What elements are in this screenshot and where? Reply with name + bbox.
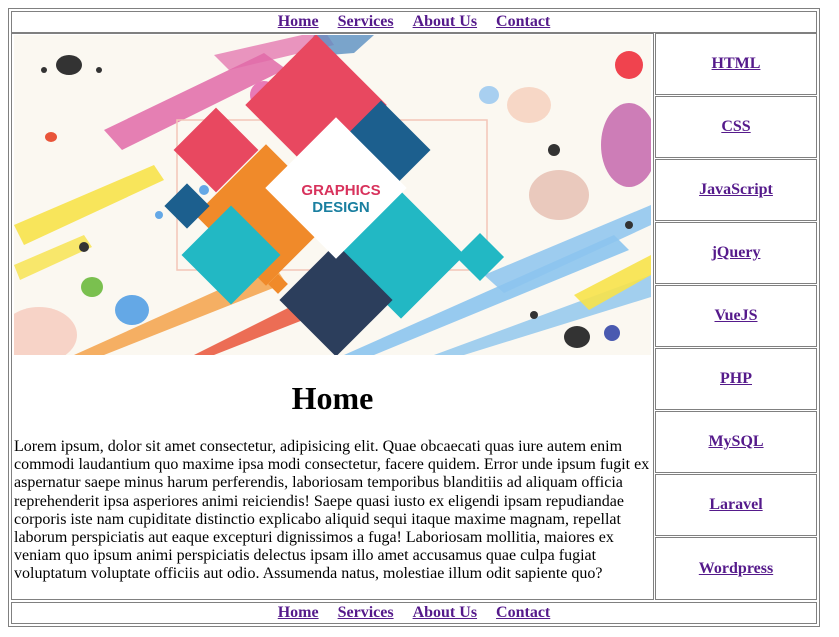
sidebar-link-css[interactable]: CSS xyxy=(721,118,750,136)
sidebar-link-jquery[interactable]: jQuery xyxy=(712,244,761,262)
footer-contact-link[interactable]: Contact xyxy=(496,605,550,621)
banner-line2: DESIGN xyxy=(312,199,370,216)
nav-contact-link[interactable]: Contact xyxy=(496,14,550,30)
main-paragraph: Lorem ipsum, dolor sit amet consectetur,… xyxy=(14,438,650,583)
sidebar-link-mysql[interactable]: MySQL xyxy=(708,433,763,451)
sidebar-item-mysql: MySQL xyxy=(655,411,817,473)
sidebar-item-javascript: JavaScript xyxy=(655,159,817,221)
hero-banner-image: GRAPHICS DESIGN xyxy=(14,35,651,355)
sidebar-item-vuejs: VueJS xyxy=(655,285,817,347)
sidebar-item-jquery: jQuery xyxy=(655,222,817,284)
sidebar-link-html[interactable]: HTML xyxy=(712,55,761,73)
sidebar-item-laravel: Laravel xyxy=(655,474,817,536)
sidebar-link-javascript[interactable]: JavaScript xyxy=(699,181,773,199)
sidebar-link-laravel[interactable]: Laravel xyxy=(709,496,762,514)
nav-about-link[interactable]: About Us xyxy=(413,14,477,30)
page-title: Home xyxy=(291,380,374,416)
sidebar-item-html: HTML xyxy=(655,33,817,95)
footer-home-link[interactable]: Home xyxy=(278,605,319,621)
sidebar-item-css: CSS xyxy=(655,96,817,158)
footer-about-link[interactable]: About Us xyxy=(413,605,477,621)
sidebar-link-php[interactable]: PHP xyxy=(720,370,752,388)
sidebar-item-php: PHP xyxy=(655,348,817,410)
nav-services-link[interactable]: Services xyxy=(338,14,394,30)
sidebar-link-vuejs[interactable]: VueJS xyxy=(715,307,758,325)
footer-nav: Home Services About Us Contact xyxy=(11,602,817,624)
sidebar-link-wordpress[interactable]: Wordpress xyxy=(699,560,773,578)
nav-home-link[interactable]: Home xyxy=(278,14,319,30)
banner-line1: GRAPHICS xyxy=(301,182,380,199)
sidebar-item-wordpress: Wordpress xyxy=(655,537,817,600)
header-nav: Home Services About Us Contact xyxy=(11,11,817,33)
footer-services-link[interactable]: Services xyxy=(338,605,394,621)
